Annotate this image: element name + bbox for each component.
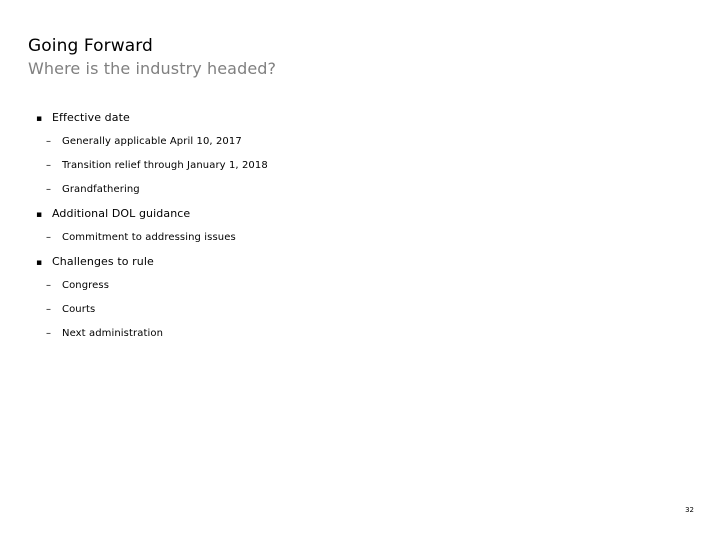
square-bullet-icon: ▪ [36, 258, 43, 268]
outline-item-label: Courts [62, 304, 96, 315]
outline-item-label: Transition relief through January 1, 201… [62, 160, 268, 171]
dash-bullet-icon: – [46, 280, 51, 291]
outline-item: – Transition relief through January 1, 20… [28, 158, 668, 182]
outline-item-label: Effective date [52, 111, 130, 124]
dash-bullet-icon: – [46, 160, 51, 171]
outline-item-label: Congress [62, 280, 110, 291]
square-bullet-icon: ▪ [36, 210, 43, 220]
outline-item: – Generally applicable April 10, 2017 [28, 134, 668, 158]
slide-canvas: Going Forward Where is the industry head… [0, 0, 720, 540]
outline-item: – Congress [28, 278, 668, 302]
outline-list: ▪ Effective date – Generally applicable Apr… [28, 110, 668, 350]
outline-item: ▪ Effective date [28, 110, 668, 134]
outline-item-label: Grandfathering [62, 184, 140, 195]
outline-item: – Commitment to addressing issues [28, 230, 668, 254]
page-number: 32 [685, 506, 694, 514]
outline-item-label: Additional DOL guidance [52, 207, 191, 220]
outline-item: – Next administration [28, 326, 668, 350]
dash-bullet-icon: – [46, 136, 51, 147]
square-bullet-icon: ▪ [36, 114, 43, 124]
dash-bullet-icon: – [46, 304, 51, 315]
outline-item: ▪ Challenges to rule [28, 254, 668, 278]
outline-item-label: Generally applicable April 10, 2017 [62, 136, 242, 147]
page-subtitle: Where is the industry headed? [28, 59, 277, 78]
outline-item-label: Next administration [62, 328, 164, 339]
outline-item-label: Challenges to rule [52, 255, 154, 268]
outline-item-label: Commitment to addressing issues [62, 232, 236, 243]
dash-bullet-icon: – [46, 232, 51, 243]
dash-bullet-icon: – [46, 328, 51, 339]
outline-item: – Courts [28, 302, 668, 326]
page-title: Going Forward [28, 36, 153, 56]
dash-bullet-icon: – [46, 184, 51, 195]
title-block: Going Forward Where is the industry head… [28, 36, 668, 79]
outline-item: – Grandfathering [28, 182, 668, 206]
outline-item: ▪ Additional DOL guidance [28, 206, 668, 230]
